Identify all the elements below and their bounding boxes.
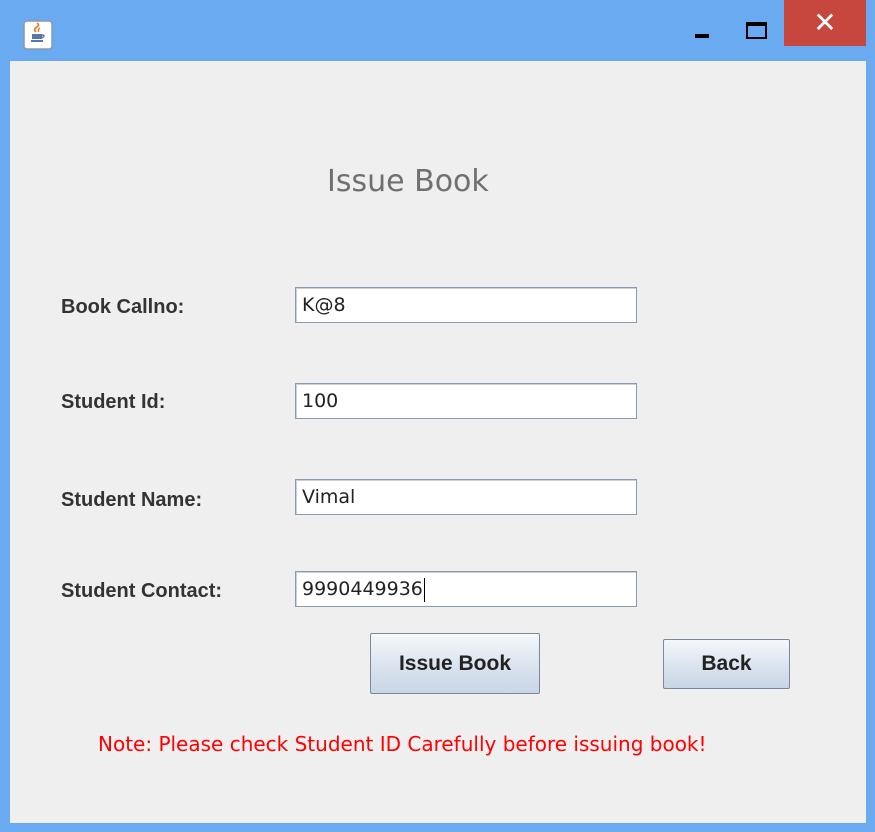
form-panel: Issue Book Book Callno: K@8 Student Id: …: [10, 61, 866, 823]
student-name-label: Student Name:: [61, 489, 203, 511]
note-message: Note: Please check Student ID Carefully …: [98, 732, 707, 756]
back-button[interactable]: Back: [663, 639, 790, 689]
java-coffee-cup-icon[interactable]: [23, 20, 53, 50]
student-id-input[interactable]: 100: [295, 383, 637, 419]
student-name-input[interactable]: Vimal: [295, 479, 637, 515]
book-callno-input[interactable]: K@8: [295, 287, 637, 323]
minimize-icon[interactable]: [680, 0, 724, 48]
student-id-label: Student Id:: [61, 391, 166, 413]
student-contact-input[interactable]: 9990449936: [295, 571, 637, 607]
student-contact-label: Student Contact:: [61, 580, 223, 602]
title-bar[interactable]: ✕: [0, 0, 875, 60]
issue-book-window: ✕ Issue Book Book Callno: K@8 Student Id…: [0, 0, 875, 832]
maximize-icon[interactable]: [732, 0, 776, 48]
close-icon[interactable]: ✕: [784, 0, 866, 46]
issue-book-button[interactable]: Issue Book: [370, 633, 540, 694]
page-title-text: Issue Book: [327, 164, 489, 199]
book-callno-label: Book Callno:: [61, 296, 185, 318]
